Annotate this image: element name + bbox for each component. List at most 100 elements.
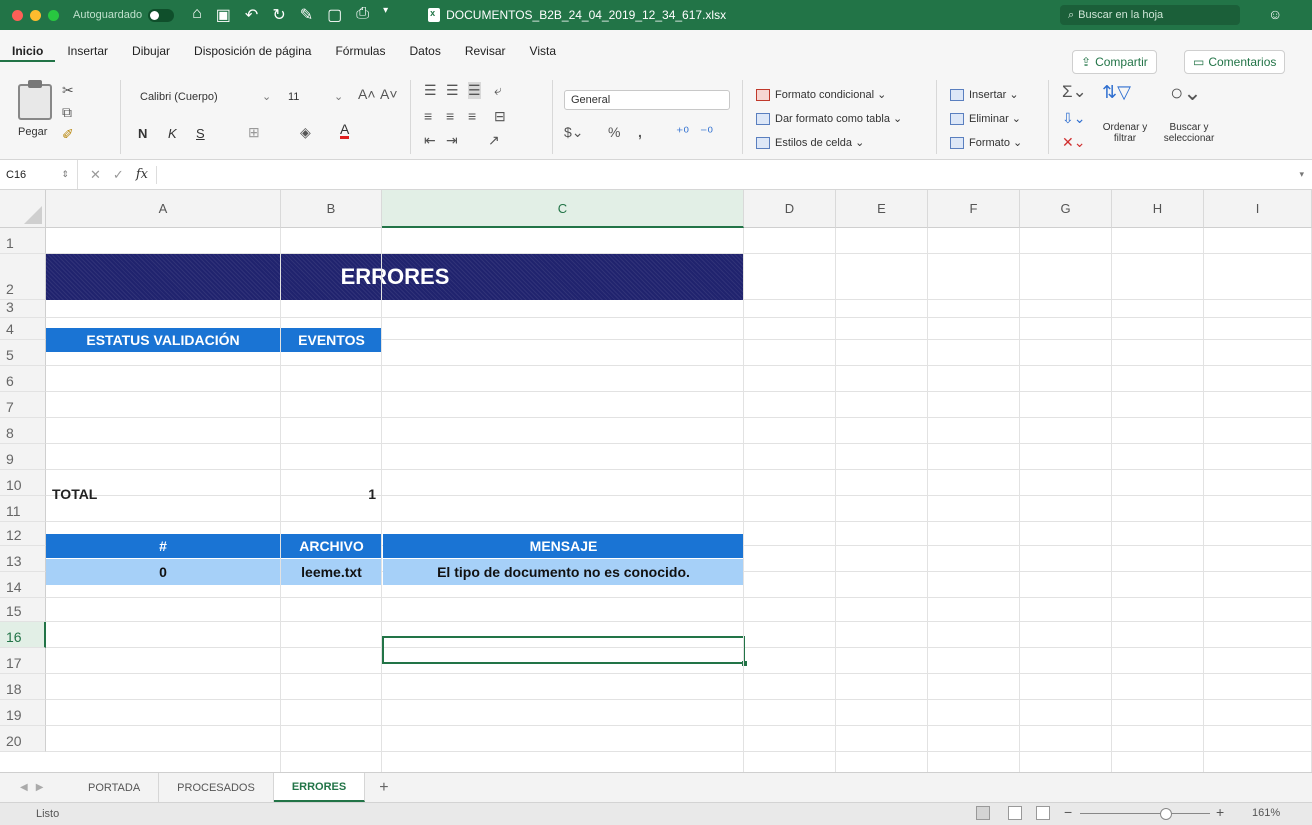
row-header-16[interactable]: 16 (0, 622, 46, 648)
print-icon[interactable]: ⎙ (356, 5, 369, 25)
increase-decimal-icon[interactable]: ⁺⁰ (676, 124, 689, 141)
wrap-text-icon[interactable]: ⤶ (494, 82, 502, 99)
error-row-file[interactable]: leeme.txt (281, 559, 382, 585)
total-value[interactable]: 1 (281, 482, 382, 506)
autosave-toggle[interactable] (148, 8, 175, 22)
errors-header-number[interactable]: # (46, 534, 280, 558)
comments-button[interactable]: ▭ Comentarios (1184, 50, 1286, 74)
insert-cells-button[interactable]: Insertar ⌄ (950, 88, 1019, 102)
format-as-table-button[interactable]: Dar formato como tabla ⌄ (756, 112, 902, 126)
row-header-19[interactable]: 19 (0, 700, 46, 726)
underline-button[interactable]: S (196, 126, 205, 141)
tab-inicio[interactable]: Inicio (0, 44, 56, 62)
zoom-slider-handle[interactable] (1160, 808, 1172, 820)
row-header-20[interactable]: 20 (0, 726, 46, 752)
zoom-slider-track[interactable] (1080, 813, 1210, 814)
redo-icon[interactable]: ↻ (272, 5, 285, 25)
row-header-13[interactable]: 13 (0, 546, 46, 572)
undo-icon[interactable]: ↶ (245, 5, 258, 25)
status-validation-header[interactable]: ESTATUS VALIDACIÓN (46, 328, 280, 352)
comma-style-icon[interactable]: , (638, 124, 642, 140)
row-header-12[interactable]: 12 (0, 522, 46, 546)
align-middle-icon[interactable]: ☰ (446, 82, 459, 99)
font-size-dropdown[interactable]: 11 (282, 88, 322, 108)
sheet-nav-arrows-icon[interactable]: ◀▶ (0, 782, 70, 793)
number-format-dropdown[interactable]: General (564, 90, 730, 110)
column-header-i[interactable]: I (1204, 190, 1312, 228)
row-header-3[interactable]: 3 (0, 299, 46, 318)
tab-disposicion-pagina[interactable]: Disposición de página (182, 44, 323, 58)
decrease-indent-icon[interactable]: ⇤ (424, 132, 436, 149)
minimize-window-button[interactable] (30, 9, 41, 21)
row-header-8[interactable]: 8 (0, 418, 46, 444)
align-center-icon[interactable]: ≡ (446, 108, 454, 124)
find-select-label[interactable]: Buscar y seleccionar (1156, 122, 1222, 144)
sheet-tab-procesados[interactable]: PROCESADOS (159, 773, 274, 802)
normal-view-icon[interactable] (976, 806, 990, 820)
format-cells-button[interactable]: Formato ⌄ (950, 136, 1022, 150)
find-select-icon[interactable]: ○⌄ (1170, 80, 1202, 106)
row-header-4[interactable]: 4 (0, 318, 46, 340)
new-document-icon[interactable]: ▢ (327, 5, 342, 25)
paste-icon[interactable] (18, 80, 52, 120)
expand-formula-icon[interactable]: ▾ (1299, 169, 1304, 180)
conditional-format-button[interactable]: Formato condicional ⌄ (756, 88, 886, 102)
tab-revisar[interactable]: Revisar (453, 44, 518, 58)
borders-icon[interactable]: ⊞ (248, 124, 260, 141)
sheet-title[interactable]: ERRORES (46, 254, 744, 300)
name-box[interactable]: C16 ⇕ (0, 160, 78, 189)
font-color-icon[interactable]: A (340, 122, 350, 139)
currency-icon[interactable]: $⌄ (564, 124, 584, 141)
row-header-9[interactable]: 9 (0, 444, 46, 470)
column-header-f[interactable]: F (928, 190, 1020, 228)
decrease-decimal-icon[interactable]: ⁻⁰ (700, 124, 713, 141)
error-row-message[interactable]: El tipo de documento no es conocido. (383, 559, 744, 585)
spreadsheet-grid[interactable]: 20 19 18 17 16 15 14 13 12 11 10 9 8 7 6 5 4 3 2 1 ERRORES … (0, 190, 1312, 772)
customize-toolbar-icon[interactable]: ▾ (383, 5, 388, 25)
errors-header-file[interactable]: ARCHIVO (281, 534, 382, 558)
close-window-button[interactable] (12, 9, 23, 21)
column-header-a[interactable]: A (46, 190, 281, 228)
cut-icon[interactable]: ✂ (62, 82, 74, 99)
errors-header-message[interactable]: MENSAJE (383, 534, 744, 558)
events-header[interactable]: EVENTOS (281, 328, 382, 352)
increase-indent-icon[interactable]: ⇥ (446, 132, 458, 149)
bold-button[interactable]: N (138, 126, 147, 141)
cancel-formula-icon[interactable]: ✕ (90, 167, 101, 183)
maximize-window-button[interactable] (48, 9, 59, 21)
column-header-e[interactable]: E (836, 190, 928, 228)
percent-icon[interactable]: % (608, 124, 620, 140)
orientation-icon[interactable]: ↗ (488, 132, 500, 149)
edit-icon[interactable]: ✎ (300, 5, 313, 25)
page-layout-view-icon[interactable] (1008, 806, 1022, 820)
share-button[interactable]: ⇪ Compartir (1072, 50, 1157, 74)
fill-icon[interactable]: ⇩⌄ (1062, 110, 1085, 127)
italic-button[interactable]: K (168, 126, 177, 141)
merge-center-icon[interactable]: ⊟ (494, 108, 506, 125)
row-header-15[interactable]: 15 (0, 598, 46, 622)
format-painter-icon[interactable]: ✐ (62, 126, 74, 143)
row-header-6[interactable]: 6 (0, 366, 46, 392)
row-header-17[interactable]: 17 (0, 648, 46, 674)
page-break-view-icon[interactable] (1036, 806, 1050, 820)
sheet-search-input[interactable]: ⌕ Buscar en la hoja (1060, 5, 1240, 25)
insert-function-icon[interactable]: fx (136, 167, 148, 183)
zoom-out-button[interactable]: − (1064, 804, 1072, 820)
total-label[interactable]: TOTAL (52, 482, 280, 506)
autosum-icon[interactable]: Σ⌄ (1062, 82, 1087, 102)
row-header-1[interactable]: 1 (0, 228, 46, 254)
row-header-2[interactable]: 2 (0, 254, 46, 300)
font-name-dropdown[interactable]: Calibri (Cuerpo) (134, 88, 260, 108)
font-name-chevron-icon[interactable]: ⌄ (262, 90, 271, 103)
align-left-icon[interactable]: ≡ (424, 108, 432, 124)
row-header-7[interactable]: 7 (0, 392, 46, 418)
align-right-icon[interactable]: ≡ (468, 108, 476, 124)
increase-font-icon[interactable]: A˄ (358, 86, 376, 102)
clear-icon[interactable]: ✕⌄ (1062, 134, 1085, 151)
sheet-tab-errores[interactable]: ERRORES (273, 773, 366, 802)
sheet-tab-portada[interactable]: PORTADA (70, 773, 160, 802)
confirm-formula-icon[interactable]: ✓ (113, 167, 124, 183)
fill-color-icon[interactable]: ◈ (300, 124, 311, 141)
font-size-chevron-icon[interactable]: ⌄ (334, 90, 343, 103)
home-icon[interactable]: ⌂ (192, 5, 202, 25)
